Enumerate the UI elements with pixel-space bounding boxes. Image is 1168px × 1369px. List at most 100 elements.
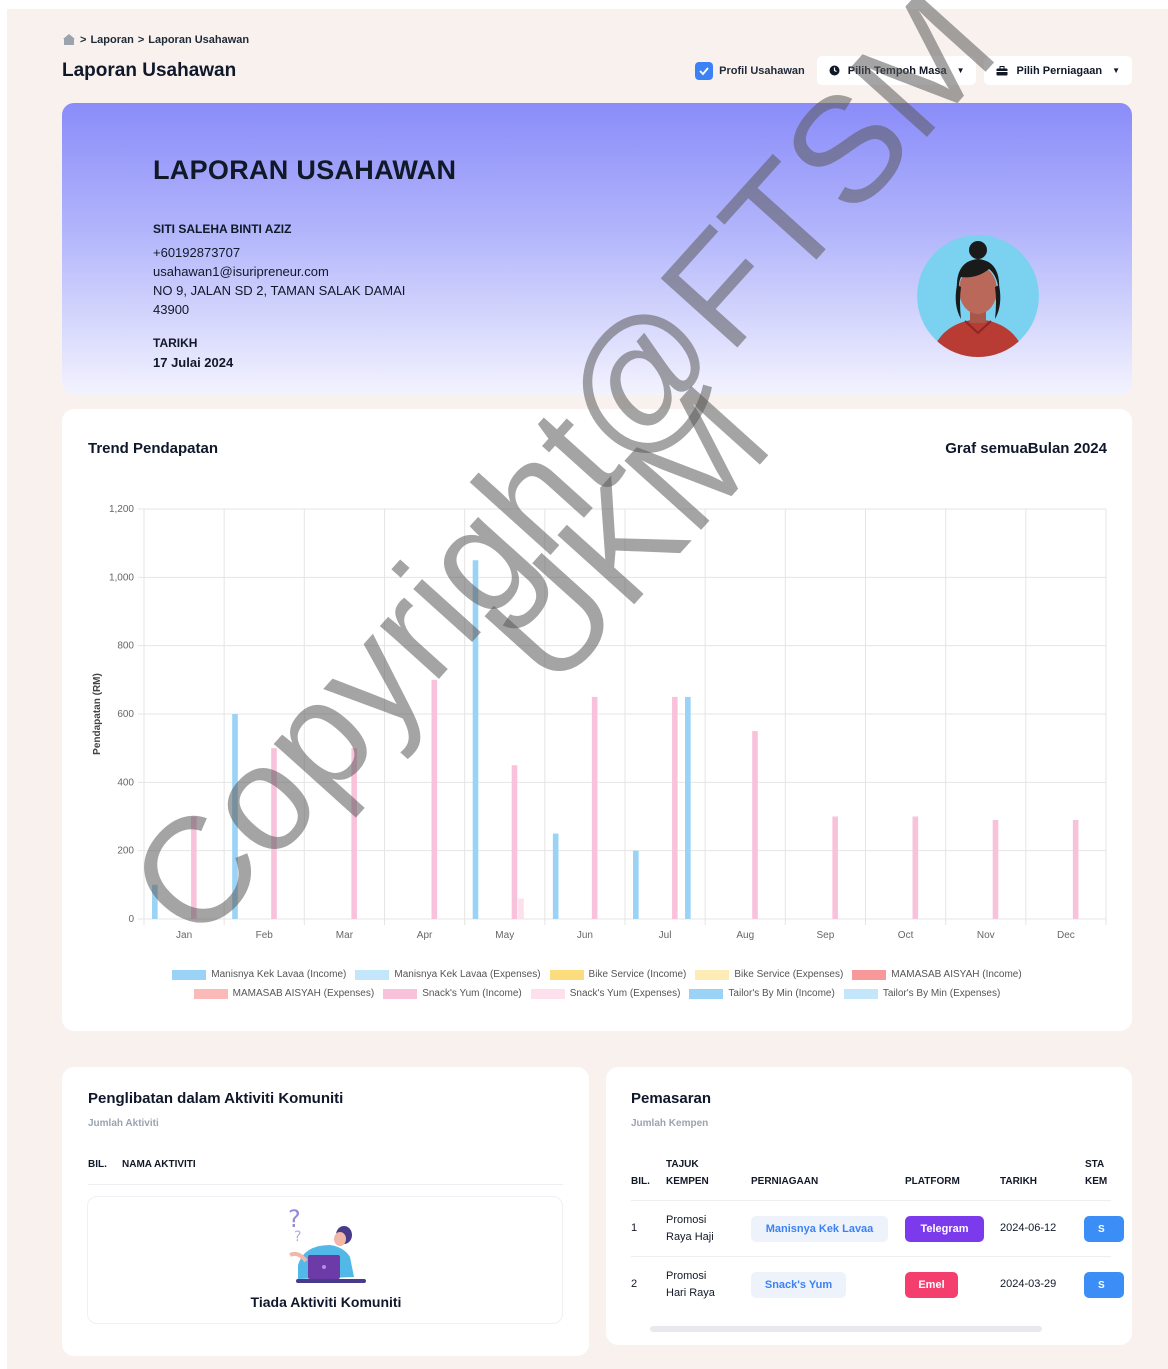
x-tick-label: Mar [336, 930, 354, 941]
legend-item[interactable]: MAMASAB AISYAH (Income) [852, 969, 1022, 980]
legend-item[interactable]: Tailor's By Min (Income) [689, 988, 835, 999]
row-campaign-title-line2: Raya Haji [666, 1231, 714, 1243]
x-tick-label: Aug [736, 930, 754, 941]
legend-item[interactable]: Snack's Yum (Income) [383, 988, 522, 999]
home-icon[interactable] [62, 33, 76, 46]
community-subtitle: Jumlah Aktiviti [88, 1118, 159, 1129]
legend-item[interactable]: Tailor's By Min (Expenses) [843, 988, 1001, 999]
bar [685, 696, 691, 919]
row-campaign-title: Promosi Hari Raya [666, 1268, 715, 1302]
page-title: Laporan Usahawan [62, 60, 237, 81]
bar [511, 765, 518, 919]
entrepreneur-email: usahawan1@isuripreneur.com [153, 264, 329, 279]
profile-checkbox-wrapper[interactable]: Profil Usahawan [695, 61, 805, 80]
horizontal-scrollbar[interactable] [650, 1326, 1042, 1332]
breadcrumb-separator: > [80, 33, 87, 46]
bar [271, 748, 277, 919]
report-date: 17 Julai 2024 [153, 355, 234, 370]
col-header-campaign-title-line1: TAJUK [666, 1159, 699, 1170]
legend-swatch [843, 988, 878, 999]
y-tick-label: 800 [117, 641, 134, 652]
breadcrumb-item-laporan[interactable]: Laporan [90, 34, 133, 46]
toolbar: Profil Usahawan Pilih Tempoh Masa ▼ Pili… [695, 56, 1132, 85]
report-title: LAPORAN USAHAWAN [153, 155, 457, 185]
marketing-subtitle: Jumlah Kempen [631, 1118, 709, 1129]
x-tick-label: Oct [898, 930, 914, 941]
legend-swatch [549, 969, 584, 980]
row-campaign-title-line2: Hari Raya [666, 1287, 715, 1299]
col-header-status: STA KEM [1085, 1156, 1107, 1190]
legend-swatch [355, 969, 390, 980]
col-header-campaign-title-line2: KEMPEN [666, 1176, 709, 1187]
period-select-label: Pilih Tempoh Masa [847, 64, 947, 77]
check-icon [699, 66, 709, 75]
clock-icon [829, 65, 840, 76]
empty-state: ? ? Tiada Aktiviti Komuniti [87, 1196, 563, 1324]
entrepreneur-postcode: 43900 [153, 302, 190, 317]
bar [912, 816, 919, 919]
legend-label: Bike Service (Expenses) [734, 969, 844, 980]
legend-label: Bike Service (Income) [588, 969, 687, 980]
profile-checkbox-label: Profil Usahawan [719, 64, 805, 77]
chevron-down-icon: ▼ [1112, 66, 1120, 75]
bar [1072, 819, 1079, 919]
date-label: TARIKH [153, 336, 198, 350]
x-tick-label: May [495, 930, 514, 941]
y-tick-label: 400 [117, 777, 134, 788]
y-tick-label: 200 [117, 846, 134, 857]
col-header-date: TARIKH [1000, 1176, 1038, 1187]
legend-item[interactable]: MAMASAB AISYAH (Expenses) [193, 988, 374, 999]
col-header-activity-name: NAMA AKTIVITI [122, 1159, 196, 1170]
business-select-label: Pilih Perniagaan [1016, 64, 1103, 77]
marketing-title: Pemasaran [631, 1090, 712, 1107]
x-tick-label: Jan [176, 930, 192, 941]
legend-swatch [172, 969, 207, 980]
x-tick-label: Apr [417, 930, 433, 941]
legend-swatch [852, 969, 887, 980]
legend-swatch [695, 969, 730, 980]
col-header-status-line2: KEM [1085, 1176, 1108, 1187]
status-badge: S [1084, 1272, 1124, 1298]
bar [351, 748, 357, 919]
row-campaign-title-line1: Promosi [666, 1214, 707, 1226]
legend-label: Snack's Yum (Expenses) [569, 988, 681, 999]
legend-swatch [383, 988, 418, 999]
community-title: Penglibatan dalam Aktiviti Komuniti [88, 1090, 344, 1107]
entrepreneur-profile-banner: LAPORAN USAHAWAN SITI SALEHA BINTI AZIZ … [62, 103, 1132, 395]
bar [232, 714, 238, 919]
legend-swatch [193, 988, 228, 999]
col-header-bil: BIL. [631, 1176, 650, 1187]
entrepreneur-phone: +60192873707 [153, 245, 241, 260]
status-badge: S [1084, 1216, 1124, 1242]
svg-text:?: ? [294, 1229, 301, 1245]
row-campaign-title-line1: Promosi [666, 1270, 707, 1282]
empty-illustration-icon: ? ? [288, 1205, 366, 1283]
row-bil: 2 [631, 1278, 638, 1290]
x-tick-label: Jun [577, 930, 593, 941]
col-header-bil: BIL. [88, 1159, 107, 1170]
y-tick-label: 1,000 [109, 572, 134, 583]
bar [591, 696, 598, 919]
legend-item[interactable]: Manisnya Kek Lavaa (Expenses) [355, 969, 541, 980]
x-tick-label: Sep [817, 930, 835, 941]
business-select-button[interactable]: Pilih Perniagaan ▼ [984, 56, 1132, 85]
income-trend-chart: 0 200 400 600 800 1,000 1,200 Jan Feb Mar Apr May Ju… [92, 504, 1107, 941]
legend-item[interactable]: Snack's Yum (Expenses) [530, 988, 681, 999]
breadcrumb: > Laporan > Laporan Usahawan [62, 33, 249, 46]
period-select-button[interactable]: Pilih Tempoh Masa ▼ [816, 56, 977, 85]
bar [752, 731, 758, 919]
bar [518, 898, 524, 919]
x-tick-label: Nov [977, 930, 995, 941]
legend-item[interactable]: Bike Service (Income) [549, 969, 687, 980]
col-header-campaign-title: TAJUK KEMPEN [666, 1156, 709, 1190]
legend-label: Tailor's By Min (Expenses) [882, 988, 1001, 999]
income-trend-card: Trend Pendapatan Graf semuaBulan 2024 02… [62, 409, 1132, 1031]
empty-state-text: Tiada Aktiviti Komuniti [250, 1294, 402, 1310]
marketing-card: Pemasaran Jumlah Kempen BIL. TAJUK KEMPE… [606, 1067, 1132, 1345]
bar [633, 850, 639, 919]
profile-checkbox[interactable] [695, 61, 714, 80]
breadcrumb-item-current[interactable]: Laporan Usahawan [148, 34, 249, 46]
business-badge: Manisnya Kek Lavaa [751, 1216, 888, 1242]
legend-item[interactable]: Bike Service (Expenses) [695, 969, 843, 980]
legend-item[interactable]: Manisnya Kek Lavaa (Income) [172, 969, 346, 980]
